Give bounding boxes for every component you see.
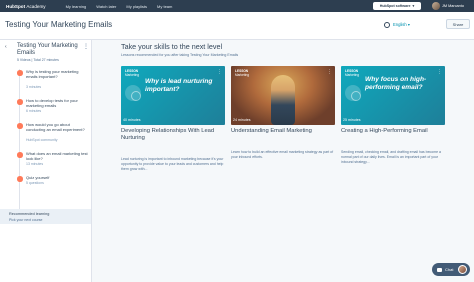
hubspot-software-button[interactable]: HubSpot software ▾ — [373, 2, 421, 10]
section-heading: Take your skills to the next level — [121, 42, 223, 51]
thumbnail-text: Why focus on high-performing email? — [365, 76, 427, 91]
instructor-photo — [271, 75, 295, 125]
more-options-icon[interactable]: ⋮ — [437, 69, 442, 75]
progress-track — [19, 69, 21, 221]
lesson-status-dot — [17, 176, 23, 182]
more-options-icon[interactable]: ⋮ — [83, 43, 89, 50]
chat-bubble-illustration — [131, 91, 141, 101]
hubspot-software-label: HubSpot software — [379, 4, 411, 8]
chevron-down-icon: ▾ — [412, 4, 415, 8]
lesson-title: What does an email marketing test look l… — [26, 151, 88, 162]
duration-label: 24 minutes — [233, 118, 251, 122]
page-title: Testing Your Marketing Emails — [5, 20, 113, 29]
more-options-icon[interactable]: ⋮ — [217, 69, 222, 75]
chat-bubble-illustration — [351, 91, 361, 101]
card-title[interactable]: Understanding Email Marketing — [231, 128, 335, 135]
sidebar-course-meta: 5 Videos | Total 27 minutes — [17, 58, 59, 62]
agent-avatar — [458, 265, 467, 274]
lesson-status-dot — [17, 99, 23, 105]
lesson-meta: 5 questions — [26, 181, 44, 185]
course-sidebar: ‹ Testing Your Marketing Emails ⋮ 5 Vide… — [0, 40, 92, 282]
language-label: English — [393, 22, 407, 27]
language-select[interactable]: English ▾ — [393, 22, 410, 27]
recommended-learning-item[interactable]: Recommended learning Pick your next cour… — [0, 209, 91, 224]
lesson-status-dot — [17, 152, 23, 158]
globe-icon — [384, 22, 390, 28]
lesson-meta: 13 minutes — [26, 162, 44, 166]
sidebar-course-title: Testing Your Marketing Emails — [17, 43, 78, 56]
card-description: Sending email, checking email, and draft… — [341, 150, 442, 164]
card-description: Lead nurturing is important to inbound m… — [121, 157, 224, 171]
lesson-thumbnail[interactable]: LESSON Marketing ⋮ 24 minutes — [231, 66, 335, 125]
chat-button[interactable]: Chat — [432, 263, 470, 276]
chevron-down-icon: ▾ — [407, 22, 411, 27]
lesson-meta: 3 minutes — [26, 85, 42, 89]
lesson-status-dot — [17, 123, 23, 129]
lesson-thumbnail[interactable]: LESSON Marketing Why focus on high-perfor… — [341, 66, 445, 125]
card-title[interactable]: Creating a High-Performing Email — [341, 128, 445, 135]
recommended-title: Recommended learning — [9, 212, 50, 216]
lesson-tag-category: Marketing — [345, 73, 359, 77]
user-avatar[interactable] — [432, 2, 440, 10]
user-name[interactable]: JM Marcanto — [442, 4, 464, 8]
lesson-meta: HubSpot community — [26, 138, 58, 142]
collapse-chevron-icon[interactable]: ‹ — [5, 44, 7, 50]
card-title[interactable]: Developing Relationships With Lead Nurtu… — [121, 128, 225, 142]
nav-my-playlists[interactable]: My playlists — [126, 4, 147, 9]
lesson-tag: LESSON Marketing — [345, 69, 359, 77]
nav-my-team[interactable]: My team — [157, 4, 172, 9]
lesson-tag-category: Marketing — [235, 73, 249, 77]
lesson-title: How would you go about conducting an ema… — [26, 122, 85, 133]
brand-suffix: Academy — [26, 3, 46, 9]
lesson-tag: LESSON Marketing — [125, 69, 139, 77]
chat-label: Chat — [445, 267, 454, 272]
section-subheading: Lessons recommended for you after taking… — [121, 53, 239, 57]
lesson-thumbnail[interactable]: LESSON Marketing Why is lead nurturing im… — [121, 66, 225, 125]
lesson-meta: 6 minutes — [26, 109, 42, 113]
brand-logo[interactable]: HubSpot Academy — [6, 4, 46, 9]
share-button[interactable]: Share — [446, 19, 470, 29]
course-header: Testing Your Marketing Emails English ▾ … — [0, 12, 474, 40]
lesson-tag: LESSON Marketing — [235, 69, 249, 77]
duration-label: 40 minutes — [123, 118, 141, 122]
card-description: Learn how to build an effective email ma… — [231, 150, 334, 159]
nav-watch-later[interactable]: Watch later — [96, 4, 116, 9]
brand-name: HubSpot — [6, 3, 26, 9]
duration-label: 25 minutes — [343, 118, 361, 122]
recommended-subtitle: Pick your next course — [9, 217, 43, 222]
lesson-status-dot — [17, 70, 23, 76]
more-options-icon[interactable]: ⋮ — [327, 69, 332, 75]
thumbnail-text: Why is lead nurturing important? — [145, 78, 213, 93]
lesson-title: Quiz yourself — [26, 175, 50, 180]
chat-icon — [437, 267, 442, 272]
lesson-title: How to develop tests for your marketing … — [26, 98, 78, 109]
lesson-title: Why is testing your marketing emails imp… — [26, 69, 79, 80]
lesson-tag-category: Marketing — [125, 73, 139, 77]
nav-my-learning[interactable]: My learning — [66, 4, 87, 9]
